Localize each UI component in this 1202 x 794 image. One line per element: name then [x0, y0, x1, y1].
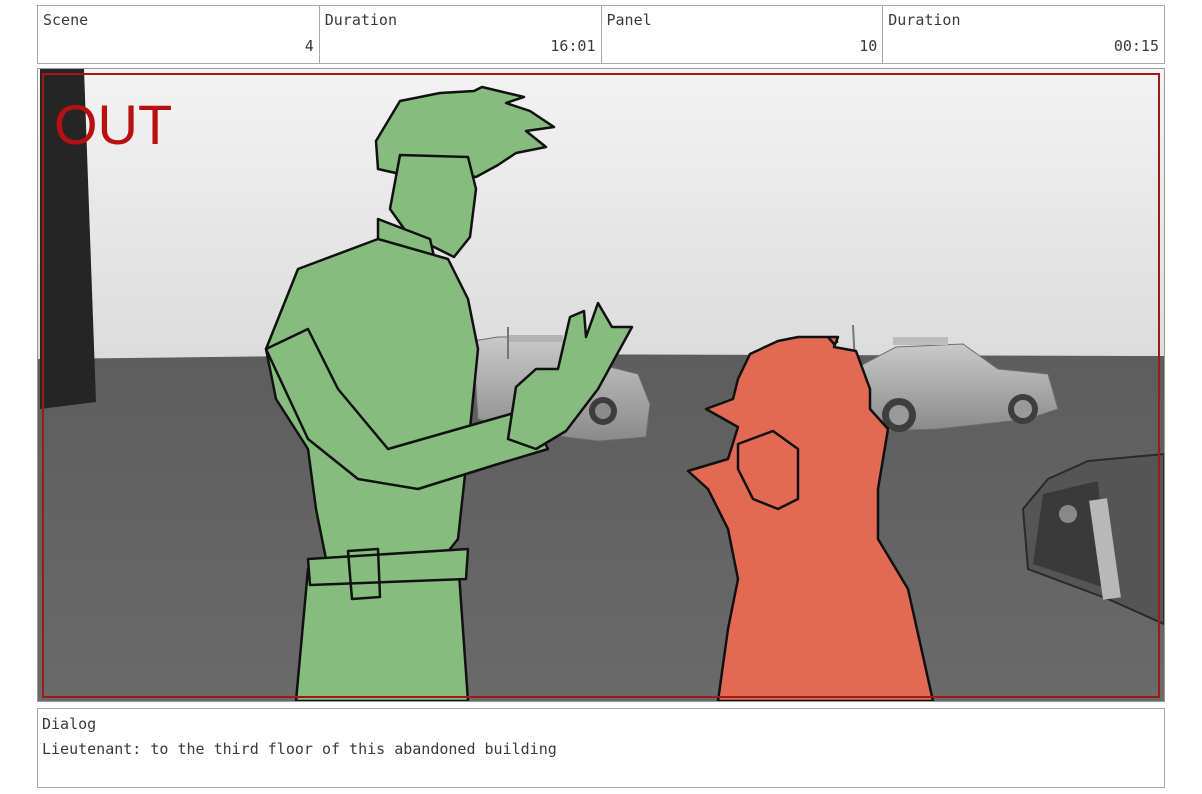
scene-cell: Scene 4 — [38, 6, 320, 63]
dialog-box: Dialog Lieutenant: to the third floor of… — [37, 708, 1165, 788]
panel-duration-value: 00:15 — [1113, 37, 1159, 55]
scene-duration-label: Duration — [324, 11, 397, 29]
panel-label: Panel — [606, 11, 652, 29]
out-overlay-text: OUT — [54, 93, 172, 156]
scene-duration-cell: Duration 16:01 — [320, 6, 602, 63]
panel-duration-cell: Duration 00:15 — [883, 6, 1164, 63]
scene-value: 4 — [304, 37, 314, 55]
scene-label: Scene — [43, 11, 89, 29]
dialog-text: Lieutenant: to the third floor of this a… — [42, 740, 557, 758]
panel-value: 10 — [859, 37, 878, 55]
scene-duration-value: 16:01 — [550, 37, 596, 55]
panel-drawing: OUT — [38, 69, 1164, 701]
storyboard-panel-image: OUT — [37, 68, 1165, 702]
panel-cell: Panel 10 — [602, 6, 884, 63]
panel-duration-label: Duration — [888, 11, 961, 29]
dialog-label: Dialog — [42, 715, 97, 733]
panel-info-header: Scene 4 Duration 16:01 Panel 10 Duration… — [37, 5, 1165, 64]
